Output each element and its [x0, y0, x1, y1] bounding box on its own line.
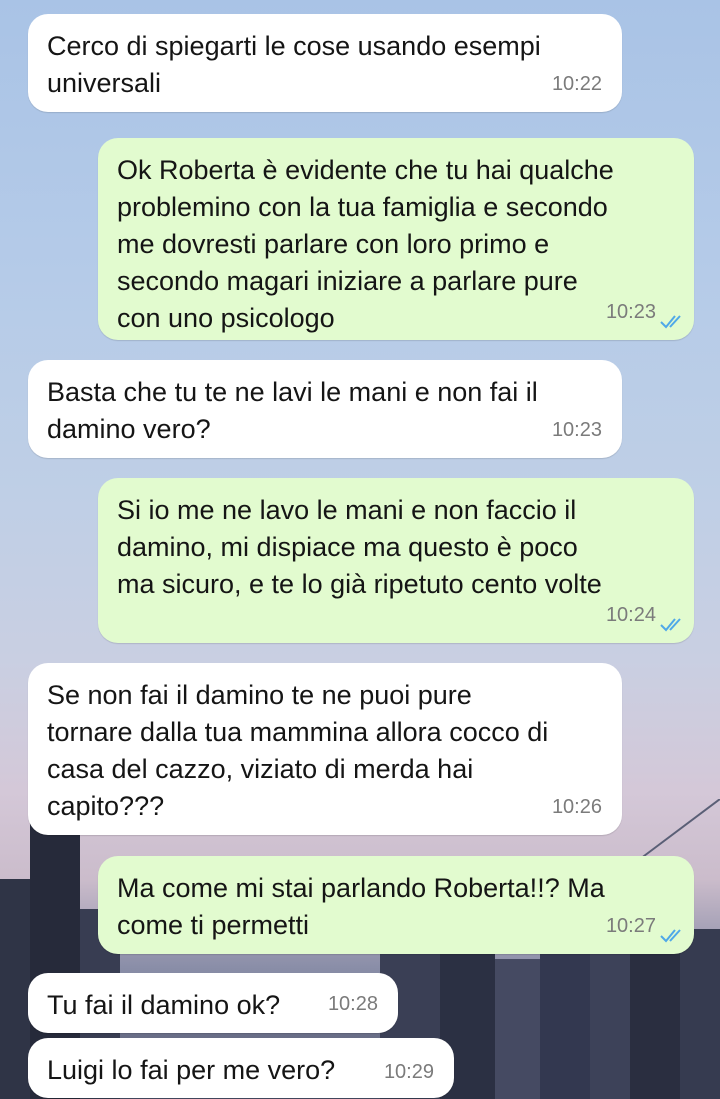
- outgoing-message[interactable]: Si io me ne lavo le mani e non faccio il…: [98, 478, 694, 643]
- message-time: 10:23: [605, 301, 656, 323]
- incoming-message[interactable]: Se non fai il damino te ne puoi pure tor…: [28, 663, 622, 835]
- message-text: Luigi lo fai per me vero?: [47, 1055, 336, 1085]
- message-time: 10:24: [605, 604, 656, 626]
- incoming-message[interactable]: Cerco di spiegarti le cose usando esempi…: [28, 14, 622, 112]
- chat-thread: Cerco di spiegarti le cose usando esempi…: [0, 0, 720, 1099]
- outgoing-message[interactable]: Ma come mi stai parlando Roberta!!? Ma c…: [98, 856, 694, 954]
- message-time: 10:26: [551, 796, 602, 818]
- read-receipt-icon: [660, 315, 681, 329]
- read-receipt-icon: [660, 618, 681, 632]
- message-time: 10:27: [605, 915, 656, 937]
- read-receipt-icon: [660, 929, 681, 943]
- message-time: 10:23: [551, 419, 602, 441]
- message-text: Ok Roberta è evidente che tu hai qualche…: [117, 155, 614, 333]
- message-text: Se non fai il damino te ne puoi pure tor…: [47, 680, 549, 821]
- message-text: Cerco di spiegarti le cose usando esempi…: [47, 31, 541, 98]
- message-text: Si io me ne lavo le mani e non faccio il…: [117, 495, 602, 599]
- incoming-message[interactable]: Tu fai il damino ok? 10:28: [28, 973, 398, 1033]
- incoming-message[interactable]: Luigi lo fai per me vero? 10:29: [28, 1038, 454, 1098]
- message-text: Basta che tu te ne lavi le mani e non fa…: [47, 377, 538, 444]
- incoming-message[interactable]: Basta che tu te ne lavi le mani e non fa…: [28, 360, 622, 458]
- message-text: Ma come mi stai parlando Roberta!!? Ma c…: [117, 873, 605, 940]
- message-time: 10:29: [383, 1061, 434, 1083]
- message-time: 10:28: [327, 993, 378, 1015]
- outgoing-message[interactable]: Ok Roberta è evidente che tu hai qualche…: [98, 138, 694, 340]
- message-time: 10:22: [551, 73, 602, 95]
